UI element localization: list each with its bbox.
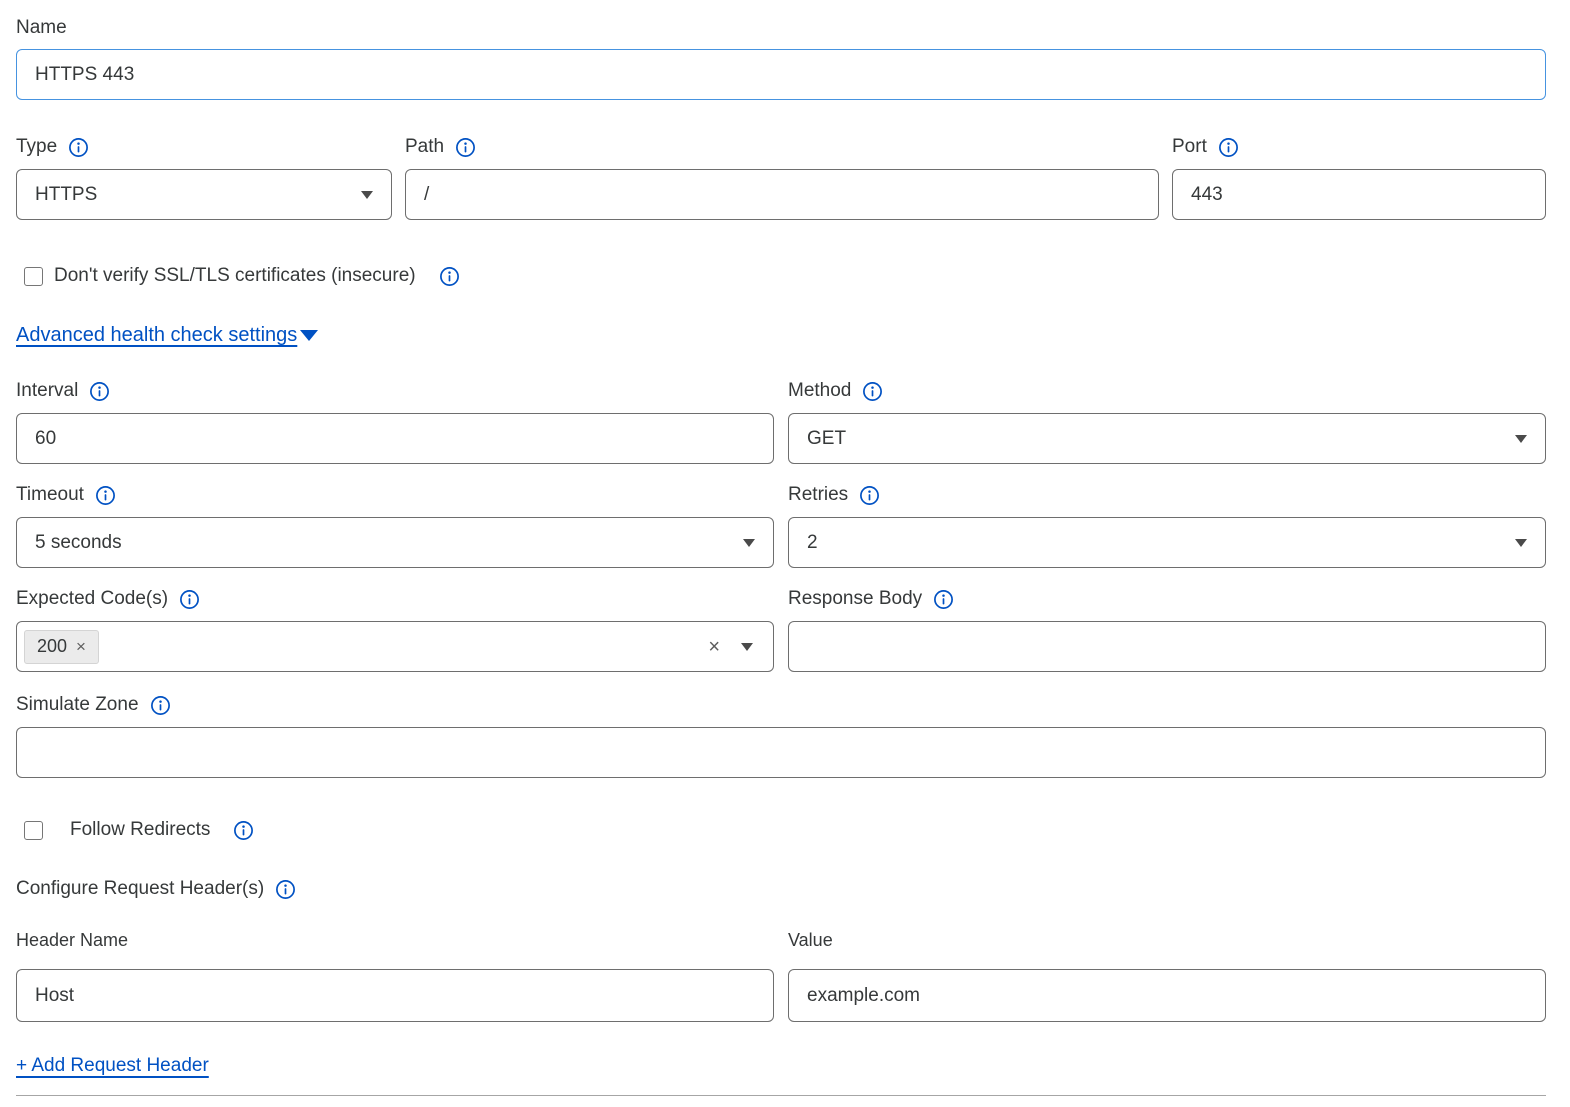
name-label: Name [16,16,67,40]
retries-info-icon[interactable] [859,485,880,506]
expected-code-tag: 200 × [24,630,99,664]
response-body-info-icon[interactable] [933,589,954,610]
type-label: Type [16,135,57,159]
response-body-label: Response Body [788,587,922,611]
expected-codes-multiselect[interactable]: 200 × × [16,621,774,672]
retries-label: Retries [788,483,848,507]
chevron-down-icon [743,539,755,547]
interval-info-icon[interactable] [89,381,110,402]
ssl-verify-row: Don't verify SSL/TLS certificates (insec… [16,265,1546,287]
section-divider [16,1095,1546,1096]
timeout-select-value: 5 seconds [35,532,122,554]
follow-redirects-row: Follow Redirects [16,819,1546,841]
expected-code-tag-value: 200 [37,636,67,657]
response-body-input[interactable] [788,621,1546,672]
simulate-zone-row: Simulate Zone [16,693,1546,778]
retries-select[interactable]: 2 [788,517,1546,568]
method-select[interactable]: GET [788,413,1546,464]
header-value-input[interactable] [788,969,1546,1022]
simulate-zone-info-icon[interactable] [150,695,171,716]
codes-body-row: Expected Code(s) 200 × × Response Body [16,587,1546,672]
timeout-retries-row: Timeout 5 seconds Retries 2 [16,483,1546,568]
add-request-header-link[interactable]: + Add Request Header [16,1055,209,1076]
method-label: Method [788,379,851,403]
advanced-settings-link[interactable]: Advanced health check settings [16,324,318,347]
timeout-select[interactable]: 5 seconds [16,517,774,568]
timeout-label: Timeout [16,483,84,507]
clear-all-icon[interactable]: × [708,637,720,657]
header-name-label: Header Name [16,928,128,952]
header-name-input[interactable] [16,969,774,1022]
port-input[interactable] [1172,169,1546,220]
ssl-verify-info-icon[interactable] [439,266,460,287]
request-headers-info-icon[interactable] [275,879,296,900]
interval-label: Interval [16,379,78,403]
interval-input[interactable] [16,413,774,464]
port-label: Port [1172,135,1207,159]
method-info-icon[interactable] [862,381,883,402]
follow-redirects-info-icon[interactable] [233,820,254,841]
follow-redirects-label: Follow Redirects [70,819,210,841]
chevron-down-icon [1515,539,1527,547]
chevron-down-icon [361,191,373,199]
chevron-down-icon[interactable] [741,643,753,651]
simulate-zone-label: Simulate Zone [16,693,139,717]
path-label: Path [405,135,444,159]
path-input[interactable] [405,169,1159,220]
type-path-port-row: Type HTTPS Path Port [16,135,1546,220]
type-info-icon[interactable] [68,137,89,158]
retries-select-value: 2 [807,532,818,554]
method-select-value: GET [807,428,846,450]
type-select-value: HTTPS [35,184,97,206]
expected-codes-label: Expected Code(s) [16,587,168,611]
tag-remove-icon[interactable]: × [76,637,86,657]
simulate-zone-input[interactable] [16,727,1546,778]
chevron-down-icon [1515,435,1527,443]
health-check-form: Name Type HTTPS Path Port [0,0,1570,1096]
type-select[interactable]: HTTPS [16,169,392,220]
advanced-settings-link-label: Advanced health check settings [16,324,297,347]
name-input[interactable] [16,49,1546,100]
ssl-verify-checkbox[interactable] [24,267,43,286]
interval-method-row: Interval Method GET [16,379,1546,464]
header-row: Header Name Value [16,928,1546,1022]
request-headers-heading: Configure Request Header(s) [16,877,264,901]
port-info-icon[interactable] [1218,137,1239,158]
triangle-down-icon [300,330,318,341]
timeout-info-icon[interactable] [95,485,116,506]
ssl-verify-label: Don't verify SSL/TLS certificates (insec… [54,265,416,287]
expected-codes-info-icon[interactable] [179,589,200,610]
path-info-icon[interactable] [455,137,476,158]
follow-redirects-checkbox[interactable] [24,821,43,840]
header-value-label: Value [788,928,833,952]
